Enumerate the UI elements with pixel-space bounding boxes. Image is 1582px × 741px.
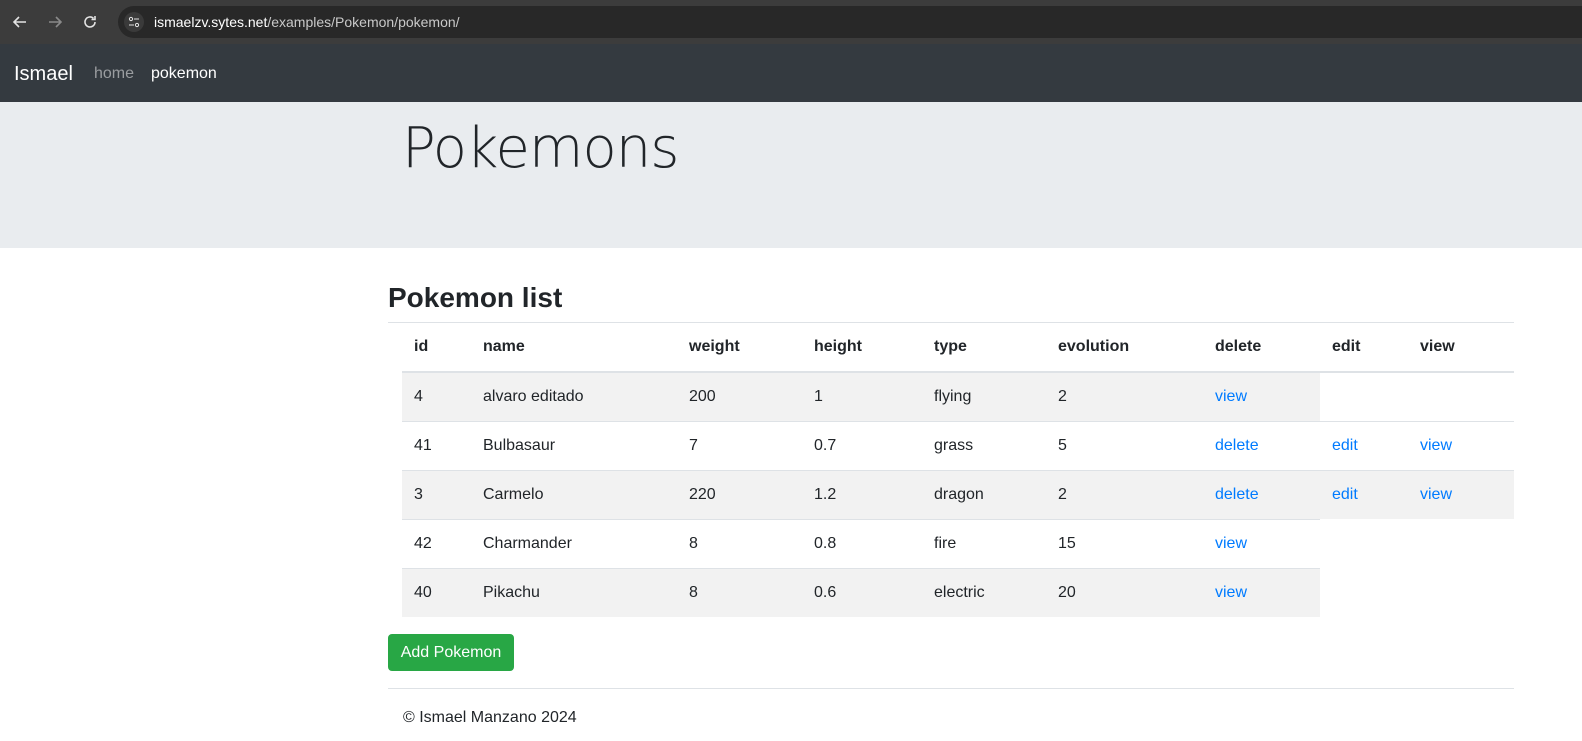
table-row: 41 Bulbasaur 7 0.7 grass 5 delete edit v… xyxy=(402,420,1514,470)
cell-evolution: 5 xyxy=(1046,420,1203,470)
column-header-evolution: evolution xyxy=(1046,323,1203,373)
cell-id: 42 xyxy=(402,518,471,568)
cell-weight: 7 xyxy=(677,420,802,470)
cell-type: flying xyxy=(922,371,1046,421)
cell-height: 0.8 xyxy=(802,518,922,568)
cell-height: 0.6 xyxy=(802,567,922,617)
forward-icon[interactable] xyxy=(45,12,65,32)
cell-name: alvaro editado xyxy=(471,371,677,421)
divider xyxy=(388,688,1514,689)
cell-name: Pikachu xyxy=(471,567,677,617)
address-bar[interactable]: ismaelzv.sytes.net/examples/Pokemon/poke… xyxy=(118,6,1582,38)
pokemon-table: id name weight height type evolution del… xyxy=(402,323,1514,617)
cell-action: view xyxy=(1203,518,1320,568)
navbar: Ismael home pokemon xyxy=(0,44,1582,102)
view-link[interactable]: view xyxy=(1420,437,1452,454)
view-link[interactable]: view xyxy=(1215,535,1247,552)
column-header-height: height xyxy=(802,323,922,373)
navbar-brand[interactable]: Ismael xyxy=(14,63,73,86)
cell-name: Bulbasaur xyxy=(471,420,677,470)
edit-link[interactable]: edit xyxy=(1332,486,1358,503)
cell-weight: 8 xyxy=(677,518,802,568)
url-path: /examples/Pokemon/pokemon/ xyxy=(267,14,460,30)
table-header-row: id name weight height type evolution del… xyxy=(402,323,1514,373)
jumbotron: Pokemons xyxy=(0,102,1582,248)
cell-id: 3 xyxy=(402,469,471,519)
table-row: 3 Carmelo 220 1.2 dragon 2 delete edit v… xyxy=(402,469,1514,519)
column-header-id: id xyxy=(402,323,471,373)
column-header-weight: weight xyxy=(677,323,802,373)
cell-type: fire xyxy=(922,518,1046,568)
cell-action: edit xyxy=(1320,469,1408,519)
cell-type: dragon xyxy=(922,469,1046,519)
cell-name: Carmelo xyxy=(471,469,677,519)
cell-type: grass xyxy=(922,420,1046,470)
reload-icon[interactable] xyxy=(80,12,100,32)
cell-name: Charmander xyxy=(471,518,677,568)
column-header-name: name xyxy=(471,323,677,373)
view-link[interactable]: view xyxy=(1215,584,1247,601)
add-pokemon-button[interactable]: Add Pokemon xyxy=(388,634,514,671)
url-text: ismaelzv.sytes.net/examples/Pokemon/poke… xyxy=(154,14,460,30)
cell-weight: 220 xyxy=(677,469,802,519)
cell-id: 4 xyxy=(402,371,471,421)
nav-link-pokemon[interactable]: pokemon xyxy=(151,65,217,83)
cell-action: delete xyxy=(1203,420,1320,470)
table-row: 42 Charmander 8 0.8 fire 15 view xyxy=(402,518,1514,568)
cell-action: edit xyxy=(1320,420,1408,470)
cell-height: 0.7 xyxy=(802,420,922,470)
column-header-view: view xyxy=(1408,323,1514,373)
cell-action: delete xyxy=(1203,469,1320,519)
cell-evolution: 20 xyxy=(1046,567,1203,617)
column-header-type: type xyxy=(922,323,1046,373)
site-info-icon[interactable] xyxy=(124,12,144,32)
cell-evolution: 2 xyxy=(1046,469,1203,519)
page-title: Pokemons xyxy=(402,116,679,181)
table-row: 40 Pikachu 8 0.6 electric 20 view xyxy=(402,567,1514,617)
cell-height: 1 xyxy=(802,371,922,421)
cell-action: view xyxy=(1203,371,1320,421)
cell-weight: 8 xyxy=(677,567,802,617)
column-header-delete: delete xyxy=(1203,323,1320,373)
footer-copyright: © Ismael Manzano 2024 xyxy=(403,709,577,726)
cell-type: electric xyxy=(922,567,1046,617)
column-header-edit: edit xyxy=(1320,323,1408,373)
table-row: 4 alvaro editado 200 1 flying 2 view xyxy=(402,371,1514,421)
delete-link[interactable]: delete xyxy=(1215,486,1259,503)
nav-link-home[interactable]: home xyxy=(94,65,134,83)
edit-link[interactable]: edit xyxy=(1332,437,1358,454)
cell-action: view xyxy=(1408,420,1514,470)
url-host: ismaelzv.sytes.net xyxy=(154,14,268,30)
browser-toolbar: ismaelzv.sytes.net/examples/Pokemon/poke… xyxy=(0,0,1582,44)
cell-evolution: 15 xyxy=(1046,518,1203,568)
view-link[interactable]: view xyxy=(1420,486,1452,503)
delete-link[interactable]: delete xyxy=(1215,437,1259,454)
cell-action: view xyxy=(1408,469,1514,519)
cell-id: 40 xyxy=(402,567,471,617)
view-link[interactable]: view xyxy=(1215,388,1247,405)
cell-weight: 200 xyxy=(677,371,802,421)
cell-id: 41 xyxy=(402,420,471,470)
back-icon[interactable] xyxy=(10,12,30,32)
cell-height: 1.2 xyxy=(802,469,922,519)
cell-action: view xyxy=(1203,567,1320,617)
cell-evolution: 2 xyxy=(1046,371,1203,421)
list-title: Pokemon list xyxy=(388,282,563,313)
